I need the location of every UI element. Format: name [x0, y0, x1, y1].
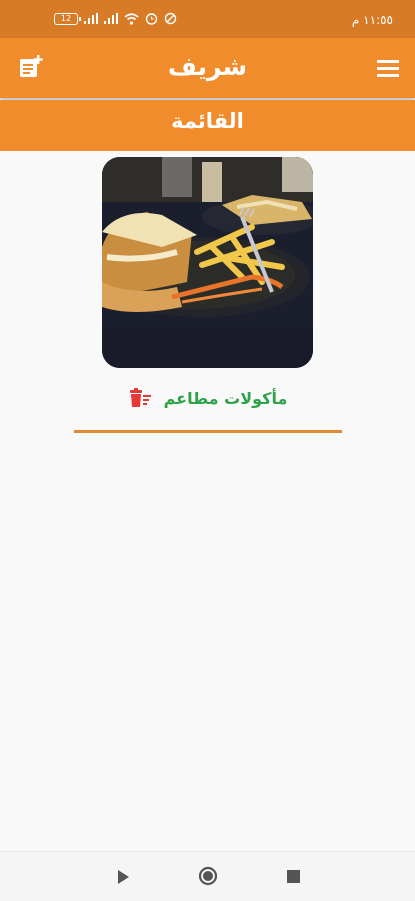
- home-icon[interactable]: [198, 866, 218, 886]
- battery-icon: 12: [54, 12, 81, 25]
- list-item-name: مأكولات مطاعم: [163, 388, 288, 408]
- divider: [74, 430, 342, 433]
- delete-list-icon[interactable]: [128, 387, 152, 409]
- section-title: القائمة: [171, 109, 244, 133]
- list-item[interactable]: مأكولات مطاعم: [0, 384, 415, 412]
- system-nav-bar: [0, 851, 415, 901]
- list-item-image[interactable]: [102, 157, 313, 368]
- signal-icon: [104, 13, 118, 24]
- signal-icon: [84, 13, 98, 24]
- status-time: ١١:٥٥ م: [351, 13, 393, 27]
- do-not-disturb-icon: [164, 12, 177, 25]
- recents-icon[interactable]: [287, 870, 300, 883]
- battery-level: 12: [60, 13, 72, 23]
- status-icons: 12: [54, 12, 177, 25]
- alarm-icon: [145, 13, 158, 25]
- wifi-icon: [124, 12, 139, 25]
- menu-icon[interactable]: [375, 56, 401, 80]
- app-title: شريف: [167, 52, 248, 81]
- app-bar: شريف: [0, 38, 415, 98]
- status-bar: 12 ١١:٥٥ م: [0, 0, 415, 38]
- section-header: القائمة: [0, 100, 415, 151]
- food-photo: [102, 157, 313, 368]
- back-icon[interactable]: [116, 869, 130, 885]
